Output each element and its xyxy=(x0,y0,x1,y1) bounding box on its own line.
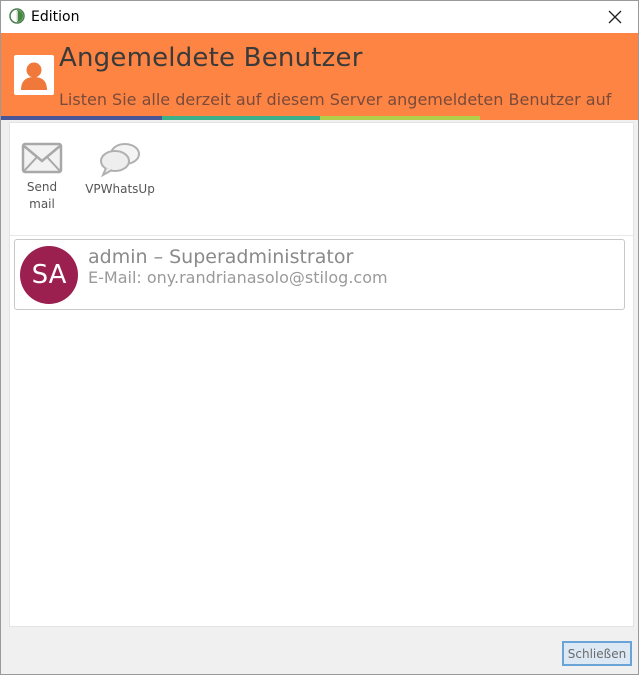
envelope-icon xyxy=(21,142,63,174)
user-list-item[interactable]: SA admin – Superadministrator E-Mail: on… xyxy=(14,239,625,310)
user-email: E-Mail: ony.randrianasolo@stilog.com xyxy=(88,268,388,287)
window-title: Edition xyxy=(31,9,80,25)
user-name: admin – Superadministrator xyxy=(88,246,354,268)
accent-stripe-1 xyxy=(1,116,162,120)
window-close-button[interactable] xyxy=(592,1,638,33)
header-banner: Angemeldete Benutzer Listen Sie alle der… xyxy=(1,33,638,116)
close-icon xyxy=(608,10,622,24)
accent-stripe-3 xyxy=(320,116,480,120)
accent-stripe-4 xyxy=(480,116,638,120)
user-icon xyxy=(14,55,54,95)
accent-stripe-2 xyxy=(162,116,320,120)
page-subtitle: Listen Sie alle derzeit auf diesem Serve… xyxy=(59,90,612,109)
chat-bubbles-icon xyxy=(100,143,140,177)
close-dialog-button[interactable]: Schließen xyxy=(562,641,632,666)
title-bar[interactable]: Edition xyxy=(1,1,638,33)
send-mail-label: Send mail xyxy=(27,179,57,213)
vpwhatsup-button[interactable]: VPWhatsUp xyxy=(85,141,155,221)
app-logo-icon xyxy=(9,8,25,24)
avatar: SA xyxy=(20,246,78,304)
dialog-window: Edition Angemeldete Benutzer Listen Sie … xyxy=(0,0,639,675)
content-panel: Send mail VPWhatsUp SA admin – Superadmi… xyxy=(9,122,634,627)
toolbar-divider xyxy=(10,235,633,236)
send-mail-button[interactable]: Send mail xyxy=(10,141,74,221)
vpwhatsup-label: VPWhatsUp xyxy=(85,182,155,196)
send-mail-label-text: Send mail xyxy=(26,180,58,211)
page-title: Angemeldete Benutzer xyxy=(59,43,363,73)
